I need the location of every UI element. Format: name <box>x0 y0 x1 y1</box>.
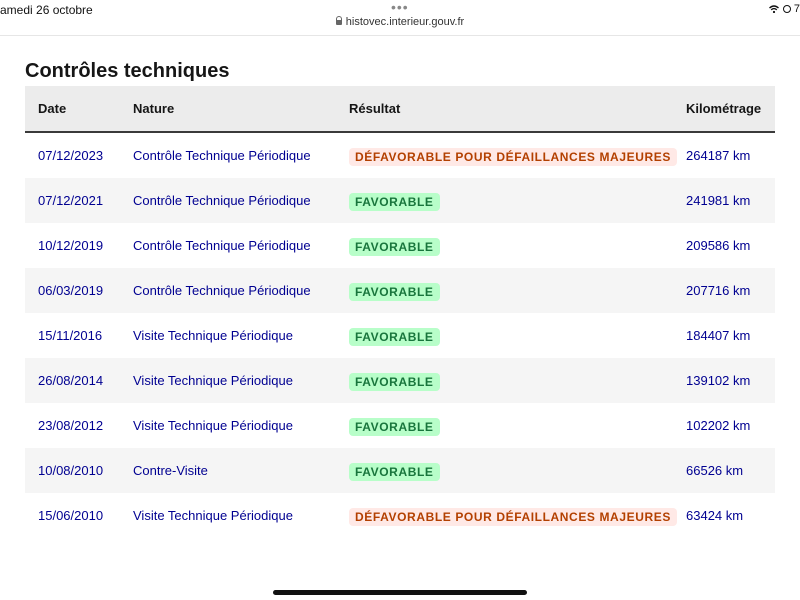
table-row: 10/08/2010 Contre-Visite FAVORABLE 66526 km <box>25 448 775 493</box>
cell-nature: Contre-Visite <box>133 463 208 478</box>
cell-date: 07/12/2023 <box>38 148 104 163</box>
cell-nature: Visite Technique Périodique <box>133 418 293 433</box>
cell-result: FAVORABLE <box>349 268 440 313</box>
cell-date: 15/06/2010 <box>38 508 104 523</box>
cell-result: FAVORABLE <box>349 448 440 493</box>
status-date: amedi 26 octobre <box>0 3 93 17</box>
cell-nature: Visite Technique Périodique <box>133 373 293 388</box>
table-row: 15/11/2016 Visite Technique Périodique FAV… <box>25 313 775 358</box>
table-row: 06/03/2019 Contrôle Technique Périodique F… <box>25 268 775 313</box>
technical-inspections-table: Date Nature Résultat Kilométrage 07/12/2… <box>25 86 775 538</box>
header-nature: Nature <box>133 101 175 116</box>
table-row: 26/08/2014 Visite Technique Périodique FAV… <box>25 358 775 403</box>
wifi-icon <box>768 5 779 13</box>
cell-date: 15/11/2016 <box>38 328 103 343</box>
home-indicator[interactable] <box>273 590 527 595</box>
rotation-lock-icon <box>782 5 791 13</box>
cell-km: 207716 km <box>686 283 751 298</box>
cell-km: 241981 km <box>686 193 751 208</box>
cell-date: 26/08/2014 <box>38 373 104 388</box>
table-row: 07/12/2023 Contrôle Technique Périodique D… <box>25 133 775 178</box>
cell-km: 209586 km <box>686 238 751 253</box>
cell-result: FAVORABLE <box>349 358 440 403</box>
address-bar[interactable]: histovec.interieur.gouv.fr <box>0 16 800 28</box>
cell-result: FAVORABLE <box>349 403 440 448</box>
cell-nature: Contrôle Technique Périodique <box>133 148 311 163</box>
table-body: 07/12/2023 Contrôle Technique Périodique D… <box>25 133 775 538</box>
cell-result: FAVORABLE <box>349 313 440 358</box>
cell-date: 07/12/2021 <box>38 193 104 208</box>
cell-result: FAVORABLE <box>349 178 440 223</box>
cell-result: FAVORABLE <box>349 223 440 268</box>
battery-level: 7 <box>793 3 800 15</box>
cell-nature: Contrôle Technique Périodique <box>133 193 311 208</box>
cell-nature: Contrôle Technique Périodique <box>133 283 311 298</box>
header-km: Kilométrage <box>686 101 762 116</box>
cell-nature: Visite Technique Périodique <box>133 508 293 523</box>
status-badge: FAVORABLE <box>349 327 440 346</box>
status-badge: FAVORABLE <box>349 372 440 391</box>
cell-nature: Visite Technique Périodique <box>133 328 293 343</box>
cell-km: 102202 km <box>686 418 751 433</box>
lock-icon <box>335 16 342 25</box>
browser-menu-dots-icon[interactable]: ••• <box>391 0 409 14</box>
page-title: Contrôles techniques <box>25 60 230 82</box>
header-result: Résultat <box>349 101 401 116</box>
cell-km: 264187 km <box>686 148 751 163</box>
status-badge: FAVORABLE <box>349 417 440 436</box>
status-badge: FAVORABLE <box>349 282 440 301</box>
status-badge: DÉFAVORABLE POUR DÉFAILLANCES MAJEURES <box>349 507 677 526</box>
table-row: 07/12/2021 Contrôle Technique Périodique F… <box>25 178 775 223</box>
status-badge: FAVORABLE <box>349 237 440 256</box>
browser-status-bar: amedi 26 octobre ••• histovec.interieur.… <box>0 0 800 36</box>
cell-date: 10/08/2010 <box>38 463 104 478</box>
status-badge: FAVORABLE <box>349 462 440 481</box>
header-date: Date <box>38 101 67 116</box>
table-header: Date Nature Résultat Kilométrage <box>25 86 775 133</box>
cell-nature: Contrôle Technique Périodique <box>133 238 311 253</box>
cell-km: 66526 km <box>686 463 744 478</box>
cell-result: DÉFAVORABLE POUR DÉFAILLANCES MAJEURES <box>349 133 677 178</box>
table-row: 23/08/2012 Visite Technique Périodique FAV… <box>25 403 775 448</box>
url-text: histovec.interieur.gouv.fr <box>345 16 465 28</box>
cell-result: DÉFAVORABLE POUR DÉFAILLANCES MAJEURES <box>349 493 677 538</box>
status-badge: DÉFAVORABLE POUR DÉFAILLANCES MAJEURES <box>349 147 677 166</box>
table-row: 15/06/2010 Visite Technique Périodique DÉF… <box>25 493 775 538</box>
status-indicators: 7 <box>768 3 800 15</box>
cell-km: 63424 km <box>686 508 744 523</box>
cell-date: 10/12/2019 <box>38 238 104 253</box>
cell-km: 184407 km <box>686 328 751 343</box>
cell-date: 23/08/2012 <box>38 418 104 433</box>
status-badge: FAVORABLE <box>349 192 440 211</box>
cell-km: 139102 km <box>686 373 751 388</box>
table-row: 10/12/2019 Contrôle Technique Périodique F… <box>25 223 775 268</box>
cell-date: 06/03/2019 <box>38 283 104 298</box>
